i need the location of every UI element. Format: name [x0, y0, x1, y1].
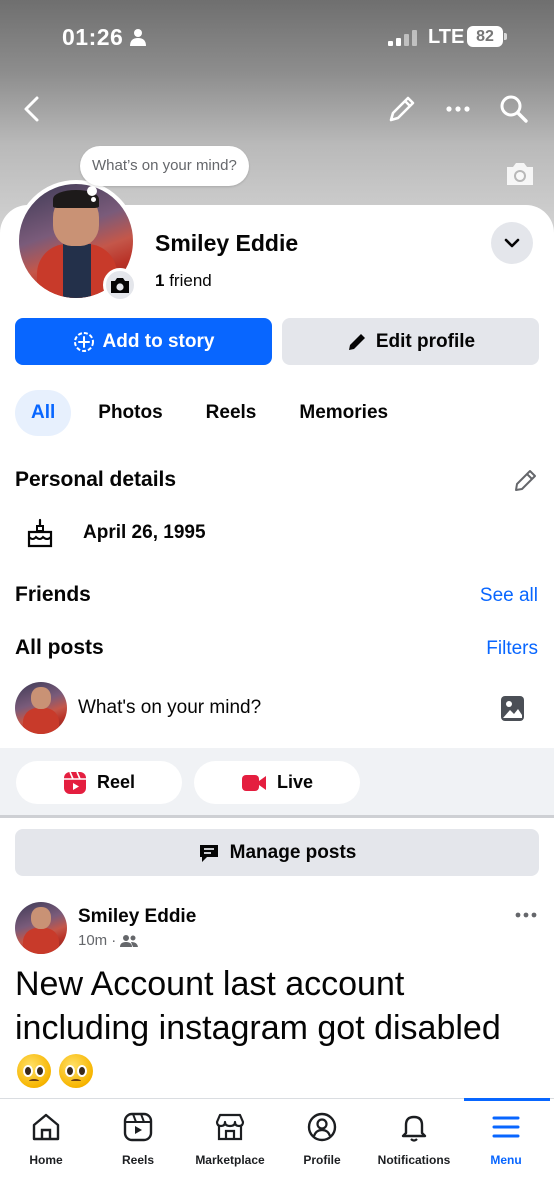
friends-count[interactable]: 1 friend — [155, 271, 212, 291]
camera-icon — [111, 278, 129, 293]
tab-memories[interactable]: Memories — [283, 390, 404, 436]
battery-nub — [504, 33, 507, 40]
pencil-icon — [348, 333, 365, 350]
manage-posts-icon — [199, 844, 218, 862]
nav-reels[interactable]: Reels — [92, 1099, 184, 1189]
menu-icon — [492, 1116, 520, 1138]
tab-photos[interactable]: Photos — [82, 390, 178, 436]
post-meta-separator: · — [111, 932, 117, 949]
all-posts-title: All posts — [15, 636, 104, 659]
see-all-link[interactable]: See all — [480, 585, 538, 607]
marketplace-icon — [215, 1113, 245, 1141]
reel-button[interactable]: Reel — [16, 761, 182, 804]
emoji-eye — [65, 1065, 75, 1077]
back-icon[interactable] — [16, 92, 50, 126]
nav-notifications-label: Notifications — [377, 1153, 451, 1167]
composer-input[interactable]: What's on your mind? — [78, 697, 261, 719]
profile-tabs: All Photos Reels Memories — [15, 390, 415, 436]
nav-profile-label: Profile — [303, 1153, 341, 1167]
emoji-eye — [77, 1065, 87, 1077]
profile-icon — [307, 1112, 337, 1142]
battery-icon: 82 — [467, 26, 507, 47]
avatar-camera-button[interactable] — [103, 268, 137, 302]
bell-icon — [401, 1115, 427, 1142]
post-more-icon[interactable] — [513, 905, 539, 925]
add-to-story-button[interactable]: Add to story — [15, 318, 272, 365]
cover-camera-icon[interactable] — [504, 160, 536, 188]
post-meta: 10m · — [78, 932, 139, 949]
personal-details-title: Personal details — [15, 468, 177, 491]
live-label: Live — [276, 772, 314, 792]
home-icon — [32, 1113, 60, 1141]
nav-profile[interactable]: Profile — [276, 1099, 368, 1189]
tab-all[interactable]: All — [15, 390, 72, 436]
nav-marketplace[interactable]: Marketplace — [184, 1099, 276, 1189]
composer-avatar[interactable] — [15, 682, 67, 734]
status-time: 01:26 — [62, 24, 124, 50]
signal-icon — [388, 30, 417, 46]
friends-audience-icon[interactable] — [120, 934, 139, 948]
post-text: New Account last account including insta… — [15, 965, 501, 1047]
emoji-eye — [23, 1065, 33, 1077]
add-to-story-label: Add to story — [102, 330, 215, 352]
mind-bubble[interactable]: What’s on your mind? — [80, 146, 249, 186]
person-icon — [130, 29, 146, 46]
bubble-tail — [87, 186, 97, 196]
avatar-shirt — [63, 244, 91, 298]
emoji-mouth — [71, 1079, 81, 1083]
status-bar: 01:26 LTE 82 — [0, 0, 554, 70]
more-icon[interactable] — [441, 92, 475, 126]
nav-marketplace-label: Marketplace — [195, 1153, 265, 1167]
network-type: LTE — [428, 26, 465, 48]
post-author-name[interactable]: Smiley Eddie — [78, 906, 196, 928]
nav-home[interactable]: Home — [0, 1099, 92, 1189]
photo-icon[interactable] — [500, 695, 525, 722]
birthday-value: April 26, 1995 — [83, 522, 206, 543]
edit-details-pencil-icon[interactable] — [512, 468, 538, 494]
nav-menu-label: Menu — [490, 1153, 522, 1167]
live-video-icon — [241, 774, 266, 791]
avatar-face — [31, 687, 51, 709]
pleading-face-emoji-icon — [59, 1054, 93, 1088]
profile-name: Smiley Eddie — [155, 230, 299, 256]
avatar-vest — [23, 928, 59, 954]
nav-home-label: Home — [29, 1153, 63, 1167]
reels-icon — [123, 1112, 153, 1142]
emoji-eye — [35, 1065, 45, 1077]
filters-link[interactable]: Filters — [486, 638, 538, 660]
birthday-cake-icon — [27, 518, 53, 548]
bottom-nav: Home Reels Marketplace Profile Notificat… — [0, 1098, 554, 1200]
add-story-icon — [73, 331, 94, 352]
avatar-vest — [23, 708, 59, 734]
post-author-avatar[interactable] — [15, 902, 67, 954]
live-button[interactable]: Live — [194, 761, 360, 804]
battery-level: 82 — [467, 26, 503, 47]
manage-posts-label: Manage posts — [229, 841, 357, 863]
edit-profile-button[interactable]: Edit profile — [282, 318, 539, 365]
chevron-down-icon — [504, 238, 520, 248]
edit-profile-label: Edit profile — [375, 330, 476, 352]
nav-reels-label: Reels — [121, 1153, 155, 1167]
pleading-face-emoji-icon — [17, 1054, 51, 1088]
section-divider — [0, 815, 554, 818]
friends-count-number: 1 — [155, 271, 165, 290]
tab-reels[interactable]: Reels — [190, 390, 273, 436]
edit-pencil-icon[interactable] — [385, 92, 419, 126]
avatar-face — [31, 907, 51, 929]
reel-icon — [63, 771, 86, 794]
emoji-mouth — [29, 1079, 39, 1083]
post-time[interactable]: 10m — [78, 932, 107, 949]
profile-dropdown-button[interactable] — [491, 222, 533, 264]
reel-label: Reel — [96, 772, 136, 792]
nav-menu[interactable]: Menu — [460, 1099, 552, 1189]
search-icon[interactable] — [497, 92, 531, 126]
friends-count-label: friend — [169, 271, 212, 290]
friends-title: Friends — [15, 583, 91, 606]
manage-posts-button[interactable]: Manage posts — [15, 829, 539, 876]
nav-notifications[interactable]: Notifications — [368, 1099, 460, 1189]
bubble-tail-small — [91, 197, 96, 202]
